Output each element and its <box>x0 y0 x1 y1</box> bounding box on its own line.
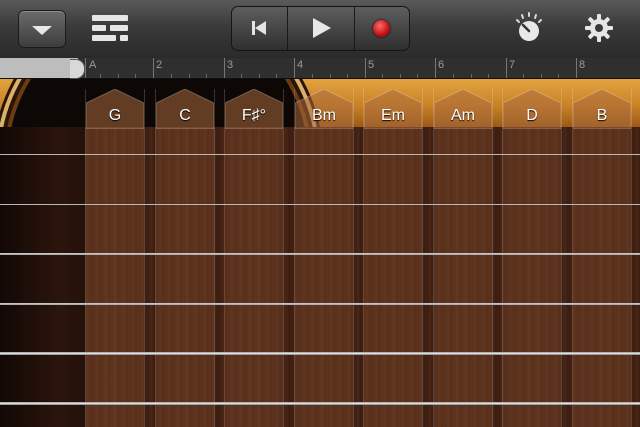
guitar-string[interactable] <box>0 402 640 405</box>
ruler-bar-label: 7 <box>509 59 516 71</box>
ruler-bar-label: 6 <box>438 59 445 71</box>
chord-strip[interactable]: B <box>572 89 632 427</box>
transport-controls <box>231 6 410 51</box>
chord-label: Am <box>451 107 475 124</box>
chord-label: Bm <box>312 107 336 124</box>
metronome-knob-icon[interactable] <box>514 12 544 44</box>
chord-label: Em <box>381 107 405 124</box>
gear-icon[interactable] <box>584 13 614 43</box>
ruler-bar-label: 3 <box>227 59 234 71</box>
chord-strip[interactable]: G <box>85 89 145 427</box>
guitar-string[interactable] <box>0 303 640 305</box>
chord-label: D <box>526 107 538 124</box>
guitar-string[interactable] <box>0 352 640 355</box>
chord-strip[interactable]: C <box>155 89 215 427</box>
chord-strip[interactable]: Em <box>363 89 423 427</box>
guitar-string[interactable] <box>0 154 640 155</box>
ruler-bar-label: 4 <box>297 59 304 71</box>
chord-strip[interactable]: F♯° <box>224 89 284 427</box>
chord-strip[interactable]: D <box>502 89 562 427</box>
chord-strip[interactable]: Am <box>433 89 493 427</box>
chord-label: G <box>108 107 122 124</box>
play-button[interactable] <box>288 7 355 50</box>
guitar-string[interactable] <box>0 253 640 255</box>
tracks-view-icon[interactable] <box>92 15 128 41</box>
timeline-ruler[interactable]: A 2 3 4 5 6 7 8 <box>0 58 640 79</box>
guitar-string[interactable] <box>0 204 640 205</box>
ruler-section-marker: A <box>89 59 97 71</box>
chord-strip[interactable]: Bm <box>294 89 354 427</box>
chord-label: B <box>596 107 608 124</box>
playhead-handle[interactable] <box>70 59 85 79</box>
skip-back-button[interactable] <box>232 7 288 50</box>
toolbar <box>0 0 640 59</box>
record-icon <box>373 20 390 37</box>
play-icon <box>313 18 331 38</box>
chevron-down-icon <box>32 26 52 35</box>
chord-label: C <box>179 107 191 124</box>
ruler-bar-label: 2 <box>156 59 163 71</box>
ruler-bar-label: 8 <box>579 59 586 71</box>
menu-button[interactable] <box>18 10 66 48</box>
ruler-bar-label: 5 <box>368 59 375 71</box>
chord-label: F♯° <box>241 107 267 124</box>
guitar-fretboard[interactable]: G C F♯° Bm Em Am D B <box>0 79 640 427</box>
record-button[interactable] <box>355 7 409 50</box>
